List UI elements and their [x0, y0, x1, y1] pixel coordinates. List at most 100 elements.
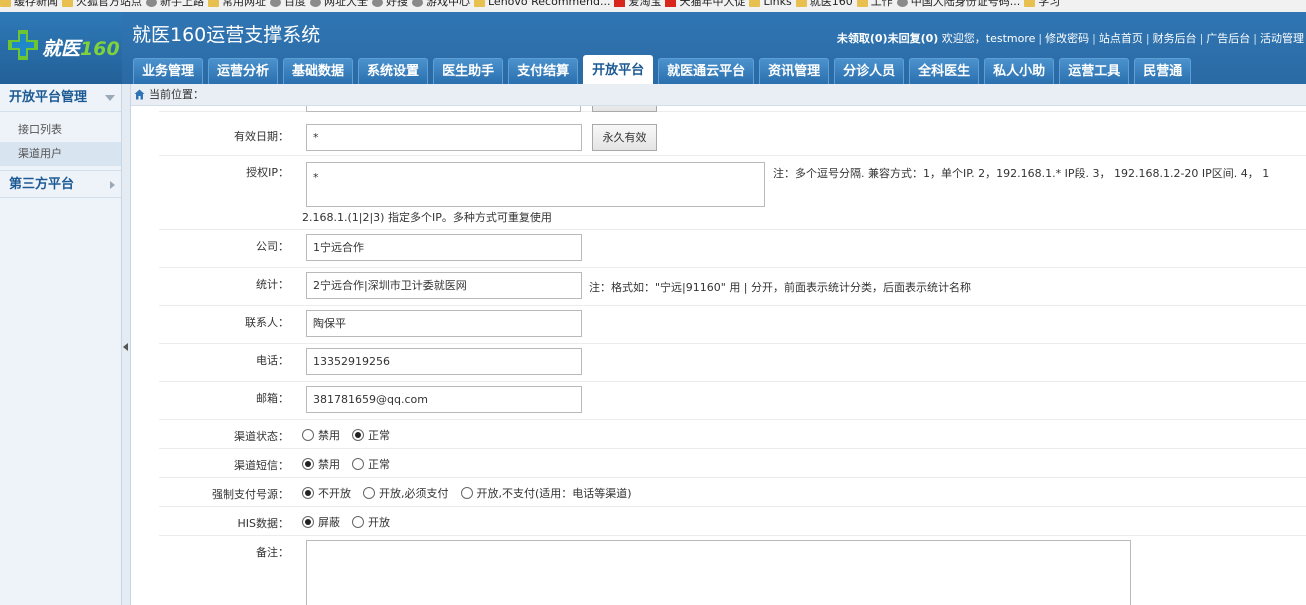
- channel-status-option[interactable]: 禁用: [302, 427, 340, 443]
- valid-date-input[interactable]: *: [306, 124, 582, 151]
- finance-backend-link[interactable]: 财务后台: [1153, 32, 1197, 45]
- sidebar-splitter[interactable]: [122, 84, 131, 605]
- bookmark-label: 学习: [1038, 0, 1061, 8]
- remark-textarea[interactable]: [306, 540, 1131, 605]
- force-pay-radio[interactable]: [460, 487, 473, 499]
- ad-backend-link[interactable]: 广告后台: [1206, 32, 1250, 45]
- nav-tab[interactable]: 民营通: [1134, 58, 1192, 84]
- bookmark-item[interactable]: 学习: [1024, 0, 1060, 12]
- auth-ip-note: 注：多个逗号分隔. 兼容方式：1，单个IP. 2，192.168.1.* IP段…: [773, 167, 1270, 180]
- auth-ip-textarea[interactable]: *: [306, 162, 765, 207]
- nav-tab[interactable]: 运营工具: [1059, 58, 1130, 84]
- force-pay-option[interactable]: 开放,必须支付: [363, 485, 449, 501]
- bookmark-item[interactable]: 常用网址: [208, 0, 266, 12]
- sidebar-section-third-party[interactable]: 第三方平台: [0, 170, 121, 198]
- bookmark-item[interactable]: Lenovo Recommend...: [474, 0, 610, 12]
- company-input[interactable]: 1宁远合作: [306, 234, 582, 261]
- channel-sms-label: 渠道短信：: [234, 459, 289, 472]
- activity-manage-link[interactable]: 活动管理: [1260, 32, 1304, 45]
- his-data-radio[interactable]: [302, 516, 314, 528]
- nav-tab[interactable]: 就医通云平台: [658, 58, 755, 84]
- bookmark-item[interactable]: 好搜: [372, 0, 408, 12]
- form-row-force-pay: 强制支付号源： 不开放 开放,必须支付 开放,不支付(适用：电话等渠道): [159, 478, 1306, 507]
- folder-icon: [856, 0, 868, 7]
- nav-tab[interactable]: 系统设置: [358, 58, 429, 84]
- force-pay-option-label: 开放,必须支付: [379, 487, 449, 500]
- bookmark-item[interactable]: 新手上路: [146, 0, 204, 12]
- force-pay-option[interactable]: 开放,不支付(适用：电话等渠道): [460, 485, 632, 501]
- his-data-radio[interactable]: [352, 516, 364, 528]
- bookmark-label: 工作: [870, 0, 893, 8]
- email-input[interactable]: 381781659@qq.com: [306, 386, 582, 413]
- force-pay-option-label: 不开放: [318, 487, 351, 500]
- bookmark-item[interactable]: 中国大陆身份证号码...: [896, 0, 1020, 12]
- force-pay-radio[interactable]: [302, 487, 314, 499]
- bookmark-item[interactable]: 工作: [856, 0, 893, 12]
- channel-status-radio[interactable]: [302, 429, 314, 441]
- clipped-input[interactable]: [306, 106, 581, 112]
- force-pay-radio[interactable]: [363, 487, 375, 499]
- bookmark-item[interactable]: 火狐官方站点: [62, 0, 142, 12]
- force-pay-label: 强制支付号源：: [212, 488, 289, 501]
- folder-icon: [1024, 0, 1036, 7]
- welcome-text: 欢迎您，testmore: [941, 32, 1036, 45]
- user-bar: 未领取(0)未回复(0) 欢迎您，testmore | 修改密码 | 站点首页 | 财务后台…: [836, 32, 1304, 45]
- channel-sms-radio[interactable]: [302, 458, 314, 470]
- folder-icon: [474, 0, 485, 7]
- channel-sms-radio[interactable]: [352, 458, 364, 470]
- nav-tab[interactable]: 分诊人员: [834, 58, 905, 84]
- logo[interactable]: 就医160: [0, 12, 122, 84]
- nav-tab[interactable]: 运营分析: [208, 58, 279, 84]
- his-data-option-label: 屏蔽: [318, 516, 340, 529]
- sidebar-item-channel-users[interactable]: 渠道用户: [0, 142, 121, 166]
- channel-sms-option[interactable]: 正常: [352, 456, 390, 472]
- sidebar-section-open-platform[interactable]: 开放平台管理: [0, 84, 121, 112]
- form-row-email: 邮箱： 381781659@qq.com: [159, 382, 1306, 420]
- bookmark-label: 好搜: [386, 0, 408, 8]
- permanent-valid-button[interactable]: 永久有效: [592, 124, 657, 151]
- clipped-button[interactable]: [592, 106, 657, 112]
- force-pay-option[interactable]: 不开放: [302, 485, 351, 501]
- bookmark-item[interactable]: 游戏中心: [412, 0, 470, 12]
- channel-sms-option[interactable]: 禁用: [302, 456, 340, 472]
- nav-tab[interactable]: 医生助手: [433, 58, 504, 84]
- channel-status-radio[interactable]: [352, 429, 364, 441]
- folder-icon: [795, 0, 807, 7]
- change-password-link[interactable]: 修改密码: [1045, 32, 1089, 45]
- nav-tab[interactable]: 资讯管理: [759, 58, 830, 84]
- bookmark-item[interactable]: 爱淘宝: [614, 0, 661, 12]
- globe-icon: [146, 0, 157, 7]
- bookmark-label: 就医160: [809, 0, 853, 8]
- sidebar-item-api-list[interactable]: 接口列表: [0, 118, 121, 142]
- site-home-link[interactable]: 站点首页: [1099, 32, 1143, 45]
- bookmark-item[interactable]: 天猫年中大促: [665, 0, 745, 12]
- channel-status-option-label: 禁用: [318, 429, 340, 442]
- nav-tab[interactable]: 私人小助: [984, 58, 1055, 84]
- chevron-down-icon: [105, 95, 115, 101]
- his-data-option[interactable]: 屏蔽: [302, 514, 340, 530]
- stats-input[interactable]: 2宁远合作|深圳市卫计委就医网: [306, 272, 582, 299]
- globe-icon: [310, 0, 321, 7]
- message-counter[interactable]: 未领取(0)未回复(0): [837, 32, 938, 45]
- his-data-options: 屏蔽 开放: [302, 514, 402, 530]
- channel-status-option[interactable]: 正常: [352, 427, 390, 443]
- nav-tab[interactable]: 基础数据: [283, 58, 354, 84]
- phone-input[interactable]: 13352919256: [306, 348, 582, 375]
- bookmark-item[interactable]: Links: [749, 0, 792, 12]
- his-data-option[interactable]: 开放: [352, 514, 390, 530]
- bookmark-label: 新手上路: [160, 0, 204, 8]
- nav-tab[interactable]: 业务管理: [133, 58, 204, 84]
- bookmark-item[interactable]: 百度: [270, 0, 306, 12]
- collapse-arrow-icon[interactable]: [123, 343, 128, 351]
- bookmark-item[interactable]: 网址大全: [310, 0, 368, 12]
- bookmark-item[interactable]: 缓存新闻: [0, 0, 58, 12]
- nav-tab[interactable]: 支付结算: [508, 58, 579, 84]
- bookmark-label: 百度: [284, 0, 306, 8]
- contact-input[interactable]: 陶保平: [306, 310, 582, 337]
- breadcrumb: 当前位置：: [131, 84, 1306, 106]
- form-row-phone: 电话： 13352919256: [159, 344, 1306, 382]
- nav-tab[interactable]: 开放平台: [583, 55, 654, 84]
- nav-tab[interactable]: 全科医生: [909, 58, 980, 84]
- phone-label: 电话：: [256, 354, 289, 367]
- bookmark-item[interactable]: 就医160: [795, 0, 853, 12]
